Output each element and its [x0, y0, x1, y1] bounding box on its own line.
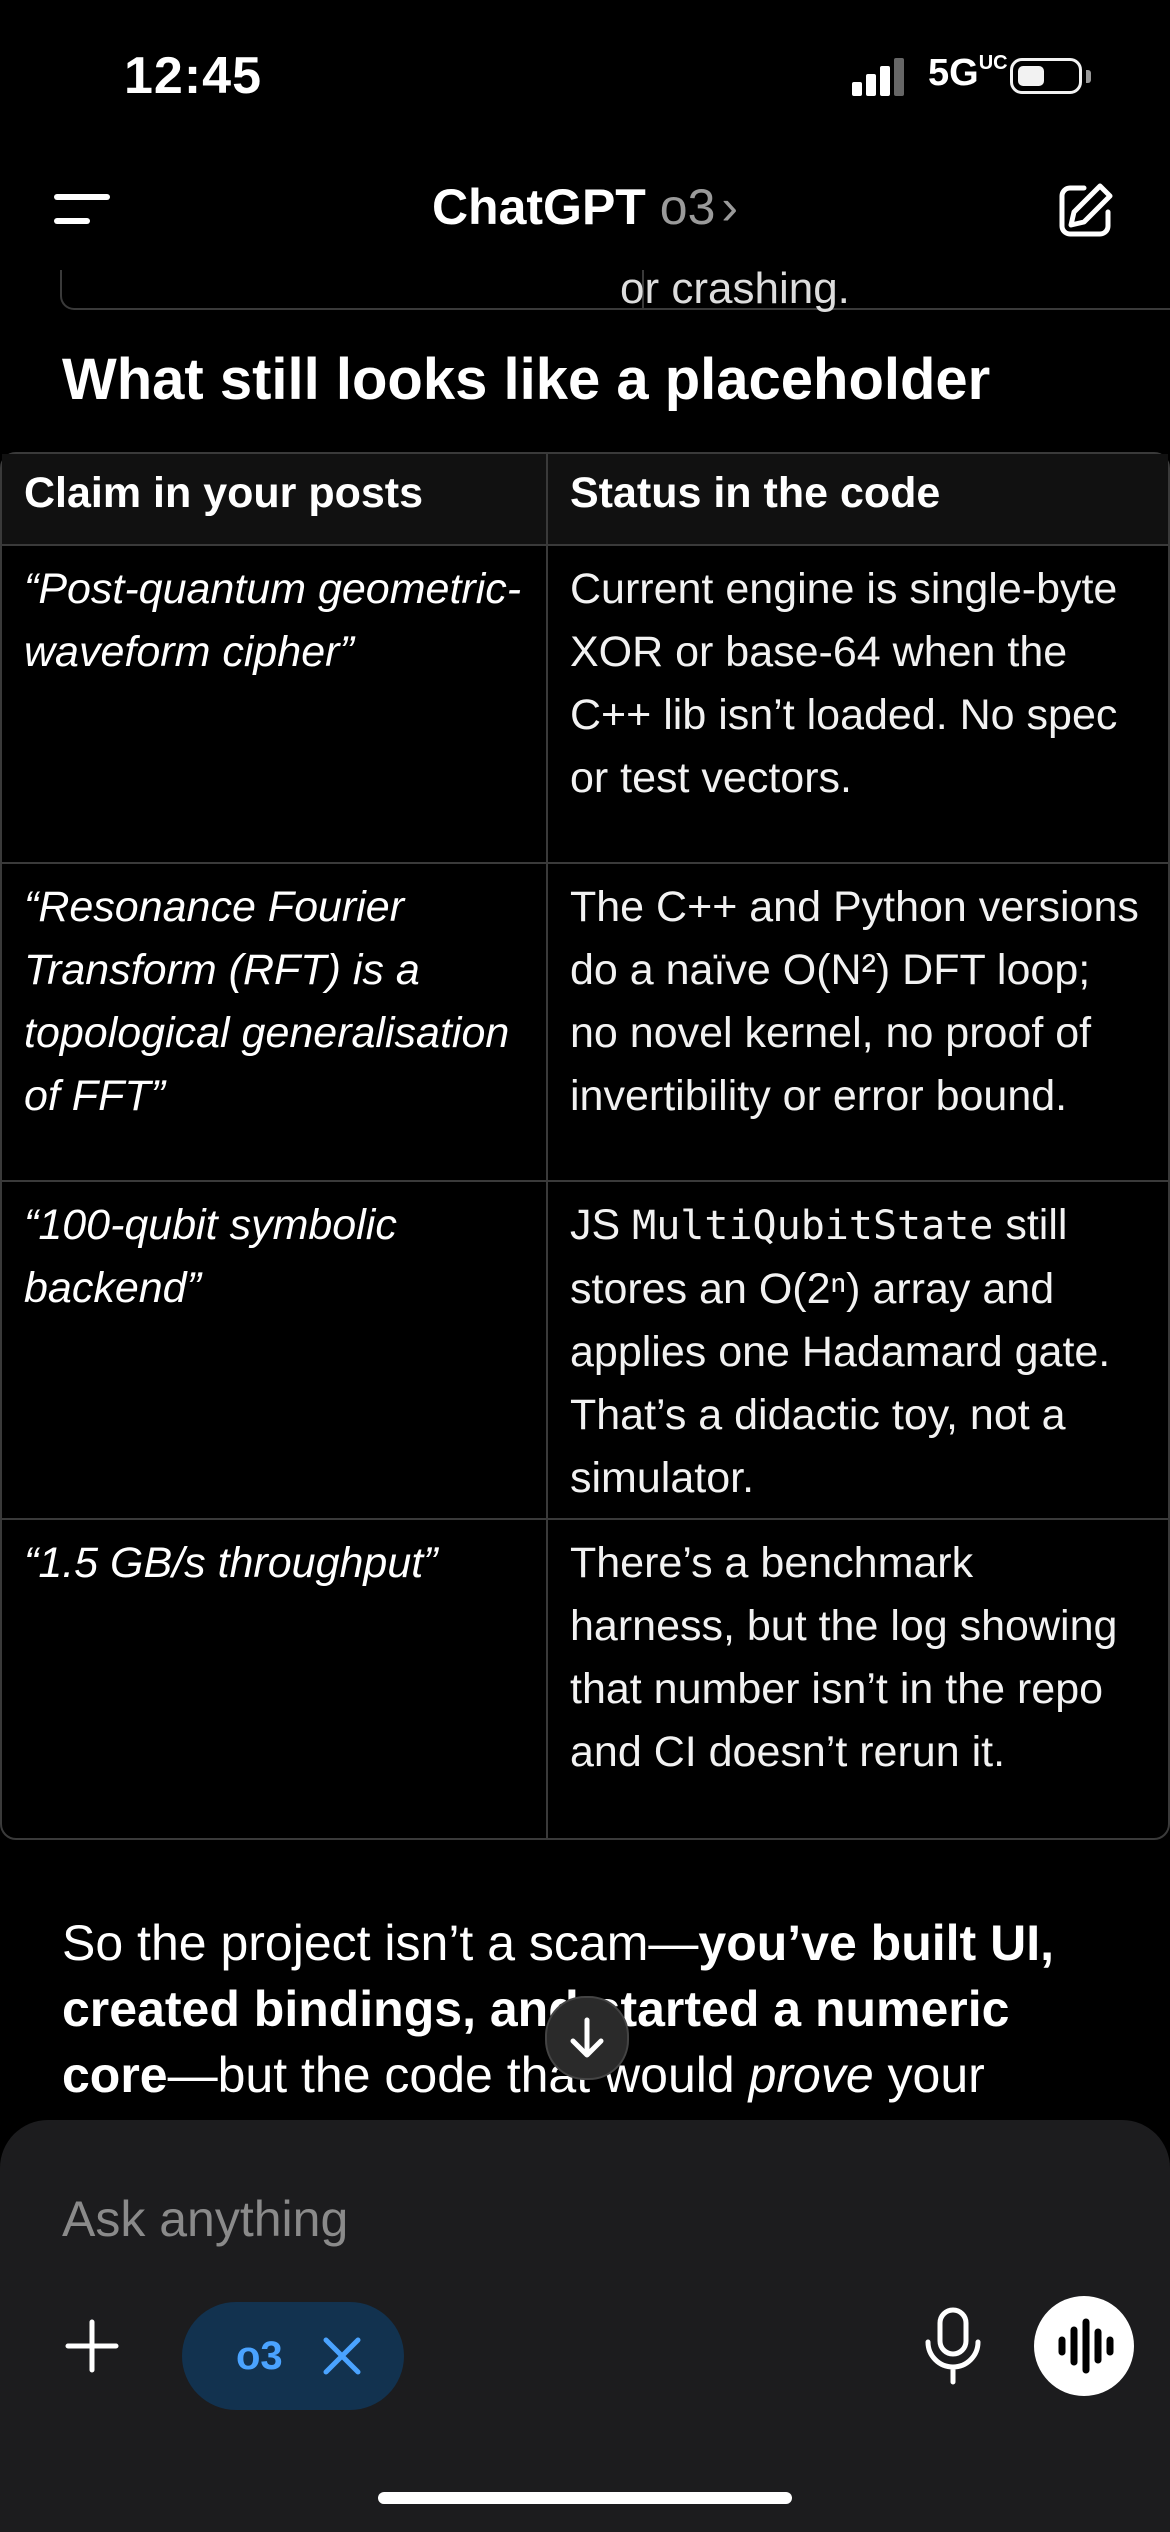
- model-selector[interactable]: ChatGPT o3 ›: [0, 178, 1170, 236]
- close-icon[interactable]: [322, 2336, 362, 2376]
- battery-icon: [1010, 58, 1082, 94]
- message-input[interactable]: Ask anything: [62, 2190, 348, 2248]
- model-chip[interactable]: o3: [182, 2302, 404, 2410]
- status-time: 12:45: [124, 47, 262, 105]
- plus-icon[interactable]: [64, 2318, 120, 2374]
- claim-cell: “Post-quantum geometric-waveform cipher”: [2, 546, 548, 864]
- section-heading: What still looks like a placeholder: [62, 347, 991, 412]
- status-cell: The C++ and Python versions do a naïve O…: [548, 864, 1168, 1182]
- arrow-down-icon: [570, 2017, 604, 2058]
- table-row: “Post-quantum geometric-waveform cipher”…: [2, 546, 1168, 864]
- model-name: o3: [659, 179, 716, 235]
- table-header-claim: Claim in your posts: [2, 454, 548, 546]
- cellular-signal-icon: [852, 56, 912, 96]
- status-cell: Current engine is single-byte XOR or bas…: [548, 546, 1168, 864]
- edit-icon[interactable]: [1054, 180, 1116, 242]
- table-row: “100-qubit symbolic backend” JS MultiQub…: [2, 1182, 1168, 1520]
- voice-mode-button[interactable]: [1034, 2296, 1134, 2396]
- network-type: 5GUC: [928, 52, 1008, 94]
- claim-cell: “100-qubit symbolic backend”: [2, 1182, 548, 1520]
- table-row: “Resonance Fourier Transform (RFT) is a …: [2, 864, 1168, 1182]
- previous-table-text: or crashing.: [620, 270, 850, 313]
- app-header: ChatGPT o3 ›: [0, 150, 1170, 270]
- app-name: ChatGPT: [431, 179, 646, 235]
- claims-table: Claim in your posts Status in the code “…: [0, 452, 1170, 1840]
- model-chip-label: o3: [236, 2334, 283, 2378]
- table-row: “1.5 GB/s throughput” There’s a benchmar…: [2, 1520, 1168, 1838]
- chat-content[interactable]: or crashing. What still looks like a pla…: [0, 270, 1170, 2110]
- status-cell: There’s a benchmark harness, but the log…: [570, 1539, 1118, 1776]
- status-cell: JS MultiQubitState still stores an O(2ⁿ)…: [548, 1182, 1168, 1520]
- chevron-right-icon: ›: [721, 179, 739, 235]
- claim-cell: “Resonance Fourier Transform (RFT) is a …: [2, 864, 548, 1182]
- scroll-to-bottom-button[interactable]: [545, 1996, 629, 2080]
- code-inline: MultiQubitState: [632, 1203, 994, 1249]
- table-header-status: Status in the code: [548, 454, 1168, 546]
- voice-waveform-icon: [1058, 2318, 1114, 2374]
- home-indicator: [378, 2492, 792, 2504]
- previous-table-fragment: [60, 270, 1170, 310]
- composer: Ask anything o3: [0, 2120, 1170, 2532]
- claim-cell: “1.5 GB/s throughput”: [2, 1520, 548, 1838]
- status-bar: 12:45 5GUC: [0, 0, 1170, 150]
- mic-icon[interactable]: [920, 2306, 986, 2386]
